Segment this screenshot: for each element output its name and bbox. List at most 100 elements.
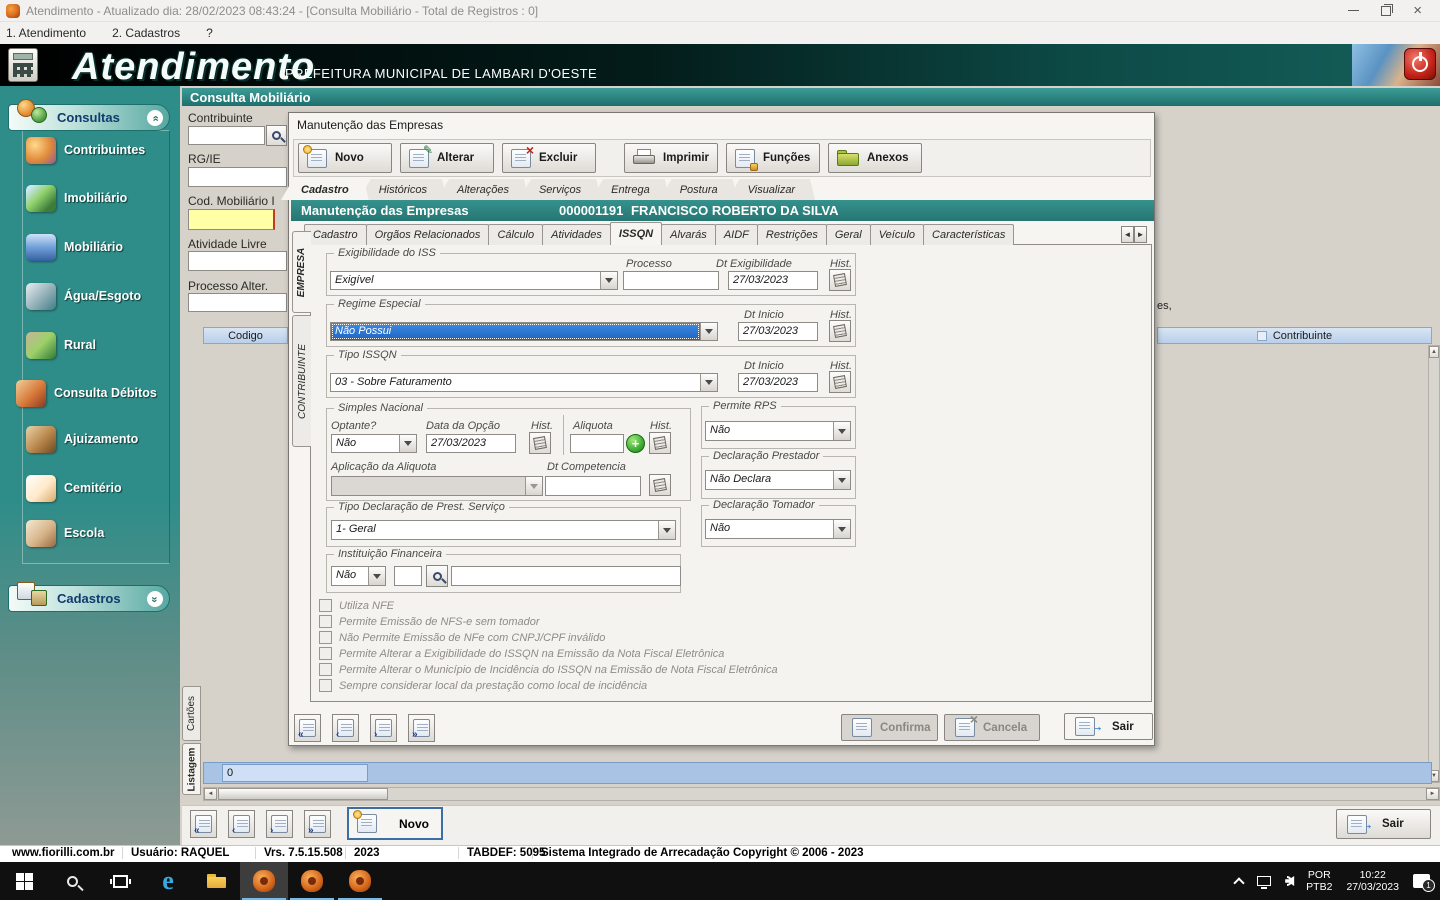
dt-exigibilidade-input[interactable]: 27/03/2023 [728,271,818,290]
rgie-input[interactable] [188,167,287,187]
tab-calculo[interactable]: Cálculo [488,224,543,245]
grid-last-button[interactable]: » [304,810,331,838]
grid-header-codigo[interactable]: Codigo [203,327,288,344]
sidebar-item-escola[interactable]: Escola [26,513,176,553]
add-aliquota-icon[interactable]: + [626,434,645,453]
dropdown-arrow-icon[interactable] [368,567,385,585]
tab-alvaras[interactable]: Alvarás [661,224,716,245]
task-view-button[interactable] [96,862,144,900]
power-icon[interactable] [1404,48,1436,80]
sidebar-item-consulta-debitos[interactable]: Consulta Débitos [16,373,166,413]
first-record-button[interactable]: « [294,714,321,742]
dropdown-arrow-icon[interactable] [833,422,850,440]
checkbox[interactable] [319,679,332,692]
dropdown-arrow-icon[interactable] [833,520,850,538]
tab-visualizar[interactable]: Visualizar [728,179,816,200]
file-explorer-button[interactable] [192,862,240,900]
tab-servicos[interactable]: Serviços [519,179,601,200]
hist-button-regime[interactable] [829,320,851,342]
permite-rps-dropdown[interactable]: Não [705,421,851,441]
side-tab-cartoes[interactable]: Cartões [182,686,201,741]
expand-chevron-icon[interactable]: « [147,591,163,607]
tab-entrega[interactable]: Entrega [591,179,670,200]
notification-icon[interactable]: 1 [1413,874,1430,888]
tab-veiculo[interactable]: Veículo [870,224,924,245]
close-icon[interactable]: × [1413,3,1422,18]
tab-scroll-right-icon[interactable]: ► [1134,226,1147,243]
aliquota-input[interactable] [570,434,624,453]
sidebar-item-mobiliario[interactable]: Mobiliário [26,227,176,267]
tab-aidf[interactable]: AIDF [715,224,758,245]
sidebar-item-imobiliario[interactable]: Imobiliário [26,178,176,218]
exigibilidade-dropdown[interactable]: Exigível [330,271,618,290]
cancela-button[interactable]: ×Cancela [944,714,1040,741]
side-tab-listagem[interactable]: Listagem [182,743,201,795]
data-opcao-input[interactable]: 27/03/2023 [426,434,516,453]
processo-input[interactable] [623,271,719,290]
tab-postura[interactable]: Postura [660,179,738,200]
anexos-button[interactable]: Anexos [828,143,922,173]
dropdown-arrow-icon[interactable] [700,374,717,391]
tab-historicos[interactable]: Históricos [359,179,447,200]
horizontal-scrollbar[interactable]: ◄ ► [203,787,1440,801]
tray-expand-icon[interactable] [1234,877,1245,888]
sidebar-item-cemiterio[interactable]: Cemitério [26,468,176,508]
sidebar-group-cadastros[interactable]: Cadastros « [8,585,170,612]
optante-dropdown[interactable]: Não [331,434,417,453]
browser-button[interactable]: e [144,862,192,900]
previous-record-button[interactable]: ‹ [332,714,359,742]
collapse-chevron-icon[interactable]: « [147,110,163,126]
vertical-tab-empresa[interactable]: EMPRESA [292,231,311,313]
checkbox[interactable] [319,599,332,612]
dropdown-arrow-icon[interactable] [658,521,675,539]
grid-first-button[interactable]: « [190,810,217,838]
menu-help[interactable]: ? [206,26,213,40]
contribuinte-search-button[interactable] [266,125,287,146]
dropdown-arrow-icon[interactable] [700,323,717,340]
volume-icon[interactable] [1285,876,1292,886]
hist-button-aliquota[interactable] [649,432,671,454]
excluir-button[interactable]: × Excluir [502,143,596,173]
instituicao-nome-input[interactable] [451,566,681,586]
tab-atividades[interactable]: Atividades [542,224,611,245]
aplicacao-dropdown[interactable] [331,476,543,496]
dt-inicio-regime-input[interactable]: 27/03/2023 [738,322,818,341]
novo-button[interactable]: Novo [298,143,392,173]
confirma-button[interactable]: Confirma [841,714,938,741]
tipo-declaracao-dropdown[interactable]: 1- Geral [331,520,676,540]
cod-mobiliario-input[interactable] [188,209,275,230]
app-window-3[interactable] [336,862,384,900]
tab-cadastro[interactable]: Cadastro [281,179,369,200]
atividade-livre-input[interactable] [188,251,287,271]
hist-button-exigibilidade[interactable] [829,269,851,291]
tab-orgaos-relacionados[interactable]: Orgãos Relacionados [366,224,490,245]
hist-button-tipo[interactable] [829,371,851,393]
restore-icon[interactable] [1381,6,1391,16]
next-record-button[interactable]: › [370,714,397,742]
dropdown-arrow-icon[interactable] [600,272,617,289]
vertical-scrollbar[interactable]: ▲ ▼ [1428,345,1440,783]
grid-previous-button[interactable]: ‹ [228,810,255,838]
tab-cadastro-inner[interactable]: Cadastro [304,224,367,245]
tab-issqn[interactable]: ISSQN [610,222,662,245]
instituicao-dropdown[interactable]: Não [331,566,386,586]
vertical-tab-contribuinte[interactable]: CONTRIBUINTE [292,315,311,447]
scroll-right-icon[interactable]: ► [1426,788,1439,800]
menu-cadastros[interactable]: 2. Cadastros [112,26,180,40]
start-button[interactable] [0,862,48,900]
language-indicator[interactable]: POR PTB2 [1306,869,1332,893]
last-record-button[interactable]: » [408,714,435,742]
checkbox[interactable] [319,647,332,660]
sidebar-item-agua-esgoto[interactable]: Água/Esgoto [26,276,176,316]
app-window-2[interactable] [288,862,336,900]
grid-header-contribuinte[interactable]: Contribuinte [1157,327,1432,344]
dt-competencia-input[interactable] [545,476,641,496]
hist-button-opcao[interactable] [529,432,551,454]
contribuinte-input[interactable] [188,126,265,145]
tab-caracteristicas[interactable]: Características [923,224,1014,245]
sidebar-item-contribuintes[interactable]: Contribuintes [26,130,176,170]
checkbox[interactable] [319,615,332,628]
sidebar-item-ajuizamento[interactable]: Ajuizamento [26,419,176,459]
clock[interactable]: 10:22 27/03/2023 [1346,869,1399,893]
tab-geral[interactable]: Geral [826,224,871,245]
